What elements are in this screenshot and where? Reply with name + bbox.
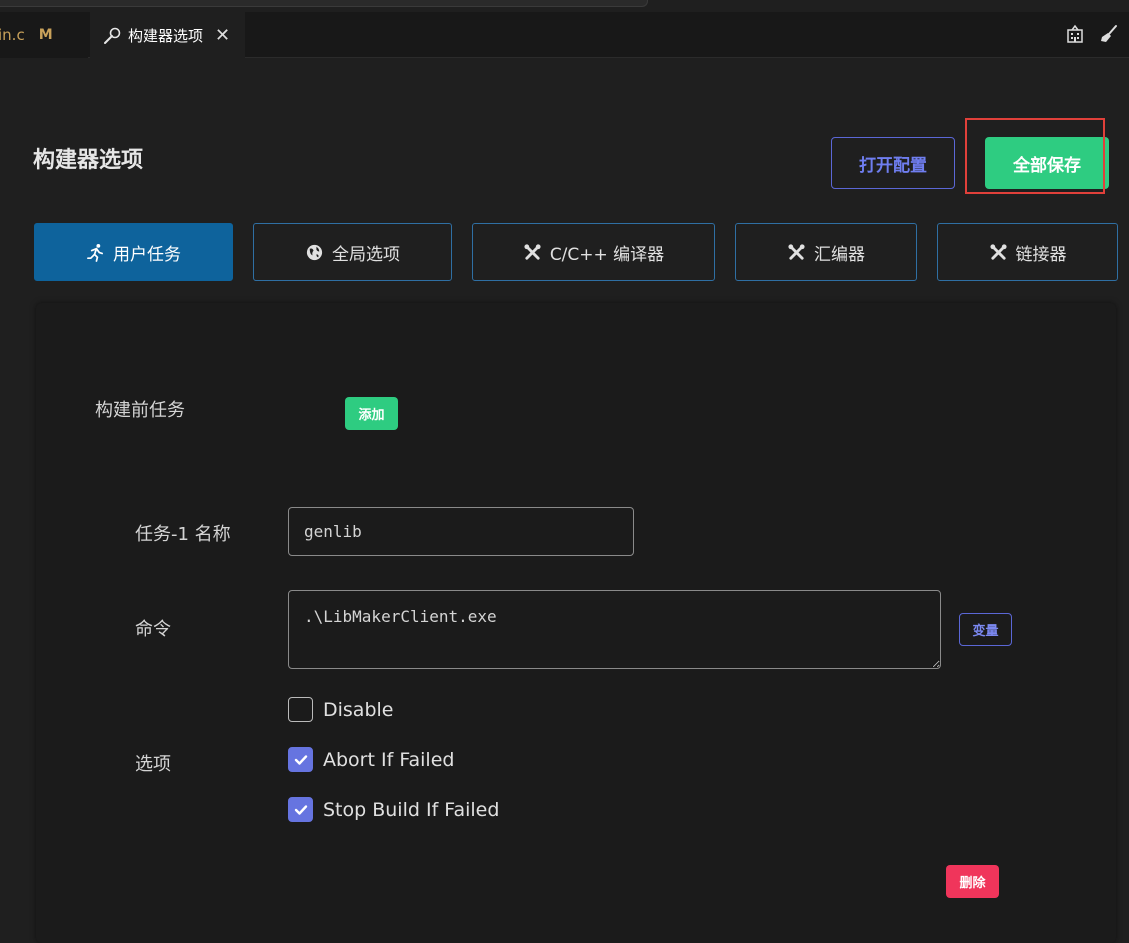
tab-label: 用户任务 <box>113 244 181 265</box>
open-config-button[interactable]: 打开配置 <box>831 137 955 189</box>
tab-main-c[interactable]: in.c M <box>0 12 88 58</box>
checkmark-icon <box>294 804 307 815</box>
tab-label: 链接器 <box>1015 244 1067 265</box>
tab-label: 全局选项 <box>332 244 400 265</box>
checkbox-checked[interactable] <box>288 797 313 822</box>
variable-button[interactable]: 变量 <box>959 613 1012 646</box>
page-title: 构建器选项 <box>33 148 144 173</box>
checkbox-unchecked[interactable] <box>288 697 313 722</box>
tab-global-options[interactable]: 全局选项 <box>253 223 452 281</box>
tab-builder-options[interactable]: 构建器选项 ✕ <box>90 12 245 58</box>
option-disable[interactable]: Disable <box>288 697 393 722</box>
add-task-button[interactable]: 添加 <box>345 397 398 430</box>
option-label: Disable <box>323 698 394 721</box>
option-abort-if-failed[interactable]: Abort If Failed <box>288 747 454 772</box>
wrench-icon <box>104 27 121 44</box>
tools-icon <box>788 243 805 260</box>
tools-icon <box>524 243 541 260</box>
option-stop-build-if-failed[interactable]: Stop Build If Failed <box>288 797 499 822</box>
running-person-icon <box>87 243 104 262</box>
command-textarea[interactable]: .\LibMakerClient.exe <box>288 590 941 669</box>
tab-assembler[interactable]: 汇编器 <box>735 223 917 281</box>
tab-filename: in.c <box>0 26 25 44</box>
globe-icon <box>306 244 323 260</box>
building-icon[interactable] <box>1065 24 1085 44</box>
tools-icon <box>989 243 1007 260</box>
modified-badge: M <box>38 27 53 43</box>
close-icon[interactable]: ✕ <box>215 26 230 45</box>
broom-icon[interactable] <box>1099 24 1119 44</box>
checkmark-icon <box>294 754 307 765</box>
delete-task-button[interactable]: 删除 <box>946 865 999 898</box>
option-label: Abort If Failed <box>323 748 455 771</box>
option-label: Stop Build If Failed <box>323 798 500 821</box>
tab-actions <box>1065 24 1119 44</box>
tab-c-cpp-compiler[interactable]: C/C++ 编译器 <box>472 223 715 281</box>
tab-label: 汇编器 <box>814 244 865 265</box>
tab-linker[interactable]: 链接器 <box>937 223 1118 281</box>
command-center-edge[interactable] <box>0 0 648 7</box>
highlight-annotation <box>965 118 1105 194</box>
tab-user-tasks[interactable]: 用户任务 <box>34 223 233 281</box>
tab-label: 构建器选项 <box>128 27 204 45</box>
editor-tab-bar: in.c M 构建器选项 ✕ <box>0 12 1129 58</box>
checkbox-checked[interactable] <box>288 747 313 772</box>
command-label: 命令 <box>135 619 171 640</box>
task-name-input[interactable] <box>288 507 634 556</box>
options-label: 选项 <box>135 754 171 775</box>
prebuild-section-label: 构建前任务 <box>95 400 185 421</box>
task-name-label: 任务-1 名称 <box>135 524 231 545</box>
tab-label: C/C++ 编译器 <box>549 244 665 265</box>
title-strip <box>0 0 1129 12</box>
